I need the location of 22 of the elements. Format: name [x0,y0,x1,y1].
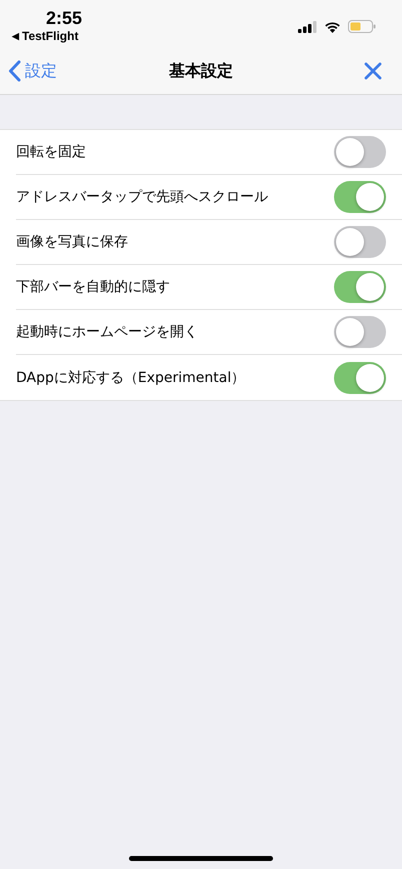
setting-label: DAppに対応する（Experimental） [16,368,246,386]
chevron-left-icon [8,60,21,82]
status-time: 2:55 [46,8,82,28]
setting-label: 下部バーを自動的に隠す [16,278,170,296]
battery-icon [348,20,376,33]
setting-label: アドレスバータップで先頭へスクロール [16,188,268,206]
toggle-switch[interactable] [334,226,386,258]
close-icon[interactable] [364,62,382,80]
back-arrow-glyph[interactable]: ◀ [12,28,19,44]
setting-label: 回転を固定 [16,143,86,161]
signal-icon [298,20,317,32]
wifi-icon [324,20,341,32]
toggle-switch[interactable] [334,271,386,303]
setting-label: 起動時にホームページを開く [16,323,198,341]
toggle-switch[interactable] [334,362,386,394]
toggle-switch[interactable] [334,316,386,348]
back-to-app-link[interactable]: TestFlight [22,28,78,44]
toggle-switch[interactable] [334,136,386,168]
back-button[interactable]: 設定 [8,60,57,82]
nav-title: 基本設定 [169,60,233,80]
toggle-switch[interactable] [334,181,386,213]
setting-label: 画像を写真に保存 [16,233,128,251]
